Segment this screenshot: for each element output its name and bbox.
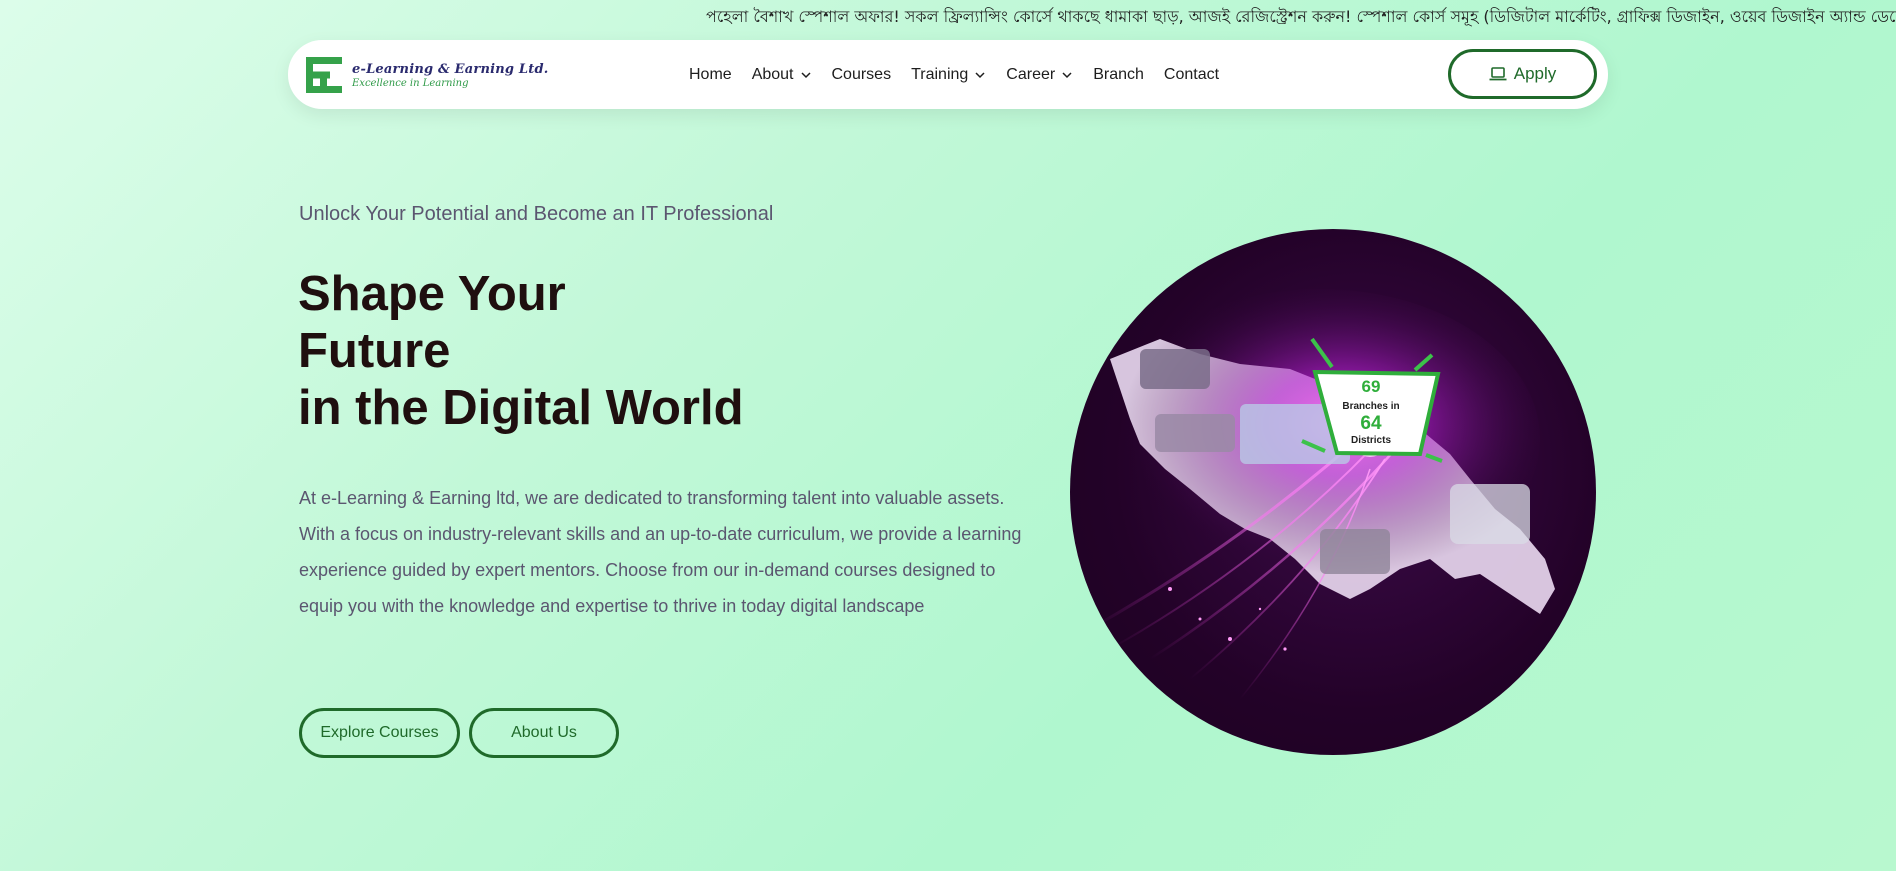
hero-actions: Explore Courses About Us bbox=[299, 708, 619, 758]
announcement-ticker: পহেলা বৈশাখ স্পেশাল অফার! সকল ফ্রিল্যান্… bbox=[0, 0, 1896, 32]
hero-image: 69 Branches in 64 Districts bbox=[1070, 229, 1596, 755]
explore-courses-button[interactable]: Explore Courses bbox=[299, 708, 460, 758]
brand-name: e-Learning & Earning Ltd. bbox=[352, 61, 549, 77]
hero-description: At e-Learning & Earning ltd, we are dedi… bbox=[299, 488, 1022, 616]
nav-branch[interactable]: Branch bbox=[1093, 66, 1144, 84]
nav-training[interactable]: Training bbox=[911, 66, 986, 84]
apply-button[interactable]: Apply bbox=[1448, 49, 1597, 99]
chevron-down-icon bbox=[1062, 71, 1072, 78]
ticker-text: পহেলা বৈশাখ স্পেশাল অফার! সকল ফ্রিল্যান্… bbox=[706, 7, 1896, 26]
navbar: e-Learning & Earning Ltd. Excellence in … bbox=[288, 40, 1608, 109]
badge-text-mid: Branches in bbox=[1342, 401, 1399, 412]
headline-line-1: Shape Your bbox=[298, 267, 566, 321]
nav-courses[interactable]: Courses bbox=[832, 66, 892, 84]
nav-branch-label: Branch bbox=[1093, 65, 1144, 83]
main-nav: Home About Courses Training Career Branc… bbox=[689, 40, 1239, 109]
nav-training-label: Training bbox=[911, 65, 969, 83]
explore-courses-label: Explore Courses bbox=[320, 724, 439, 741]
logo-mark-icon bbox=[306, 57, 342, 93]
chevron-down-icon bbox=[800, 71, 811, 78]
nav-home-label: Home bbox=[689, 65, 732, 83]
nav-career[interactable]: Career bbox=[1006, 66, 1073, 84]
nav-about-label: About bbox=[751, 65, 794, 83]
about-us-label: About Us bbox=[511, 724, 577, 741]
about-us-button[interactable]: About Us bbox=[469, 708, 619, 758]
nav-courses-label: Courses bbox=[831, 65, 892, 83]
brand-tagline: Excellence in Learning bbox=[352, 77, 469, 89]
headline-line-3: in the Digital World bbox=[298, 381, 744, 435]
nav-career-label: Career bbox=[1006, 65, 1056, 83]
nav-home[interactable]: Home bbox=[689, 66, 732, 84]
nav-contact-label: Contact bbox=[1163, 65, 1220, 83]
badge-number-bottom: 64 bbox=[1360, 413, 1382, 434]
apply-button-label: Apply bbox=[1513, 64, 1557, 83]
badge-number-top: 69 bbox=[1362, 377, 1381, 396]
brand-logo[interactable]: e-Learning & Earning Ltd. Excellence in … bbox=[306, 55, 548, 95]
hero-headline: Shape Your Future in the Digital World bbox=[298, 266, 744, 437]
nav-about[interactable]: About bbox=[752, 66, 812, 84]
nav-contact[interactable]: Contact bbox=[1164, 66, 1219, 84]
laptop-icon bbox=[1489, 67, 1507, 81]
chevron-down-icon bbox=[975, 71, 985, 78]
badge-text-bottom: Districts bbox=[1351, 435, 1391, 446]
hero-eyebrow: Unlock Your Potential and Become an IT P… bbox=[299, 203, 774, 225]
headline-line-2: Future bbox=[298, 324, 451, 378]
